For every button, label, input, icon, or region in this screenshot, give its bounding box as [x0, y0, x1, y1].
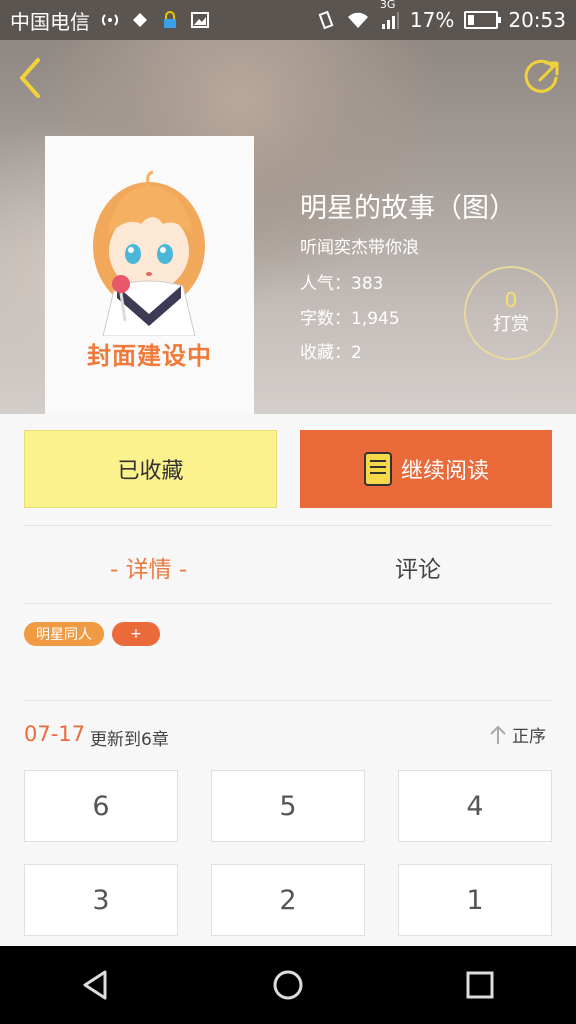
image-icon	[191, 12, 209, 28]
chapter-button[interactable]: 5	[211, 770, 365, 842]
battery-icon	[464, 11, 502, 29]
divider	[24, 525, 552, 526]
update-date: 07-17	[24, 722, 86, 746]
book-cover[interactable]: 封面建设中	[45, 136, 254, 414]
share-icon[interactable]	[522, 56, 564, 98]
add-tag-button[interactable]: +	[112, 622, 160, 646]
status-bar: 中国电信 3G 17% 20:53	[0, 0, 576, 40]
reward-count: 0	[504, 288, 518, 312]
wifi-icon	[347, 12, 368, 28]
chapter-button[interactable]: 2	[211, 864, 365, 936]
circle-home-icon	[273, 970, 303, 1000]
tab-comments[interactable]: 评论	[395, 550, 441, 584]
update-status: 更新到6章	[90, 730, 169, 750]
collected-button[interactable]: 已收藏	[24, 430, 277, 508]
nav-home-button[interactable]	[258, 955, 318, 1015]
chapter-button[interactable]: 1	[398, 864, 552, 936]
chapter-button[interactable]: 3	[24, 864, 178, 936]
tag-pill[interactable]: 明星同人	[24, 622, 104, 646]
book-header: 封面建设中 明星的故事（图） 听闻奕杰带你浪 人气：383 字数：1,945 收…	[0, 40, 576, 414]
nav-back-button[interactable]	[66, 955, 126, 1015]
book-author[interactable]: 听闻奕杰带你浪	[300, 233, 419, 258]
system-nav-bar	[0, 946, 576, 1024]
lock-app-icon	[164, 11, 176, 28]
popularity-stat: 人气：383	[300, 274, 384, 294]
triangle-back-icon	[83, 970, 107, 1000]
reward-label: 打赏	[493, 314, 529, 335]
clock: 20:53	[508, 8, 566, 32]
chapter-button[interactable]: 4	[398, 770, 552, 842]
back-arrow-icon[interactable]	[14, 56, 50, 100]
book-title: 明星的故事（图）	[300, 193, 516, 224]
vibrate-icon	[318, 10, 334, 30]
collected-label: 已收藏	[117, 459, 184, 484]
network-type: 3G	[379, 0, 396, 11]
square-recents-icon	[466, 971, 494, 999]
tab-details[interactable]: - 详情 -	[110, 550, 187, 584]
carrier-name: 中国电信	[10, 9, 90, 34]
nav-recents-button[interactable]	[450, 955, 510, 1015]
notification-icon	[133, 13, 147, 27]
cover-illustration	[93, 170, 205, 336]
continue-reading-label: 继续阅读	[400, 459, 489, 484]
book-icon	[363, 452, 392, 486]
arrow-up-icon	[490, 725, 506, 744]
sort-order-label: 正序	[512, 727, 546, 747]
sort-order-button[interactable]: 正序	[488, 722, 546, 747]
signal-icon	[381, 12, 399, 29]
word-count-stat: 字数：1,945	[300, 309, 400, 329]
hotspot-icon	[101, 14, 119, 26]
chapter-button[interactable]: 6	[24, 770, 178, 842]
divider	[24, 603, 552, 604]
continue-reading-button[interactable]: 继续阅读	[300, 430, 552, 508]
reward-button[interactable]: 0 打赏	[464, 266, 558, 360]
divider	[24, 700, 552, 701]
cover-placeholder-label: 封面建设中	[87, 342, 212, 370]
favorites-stat: 收藏：2	[300, 343, 362, 363]
battery-percent: 17%	[409, 8, 455, 32]
